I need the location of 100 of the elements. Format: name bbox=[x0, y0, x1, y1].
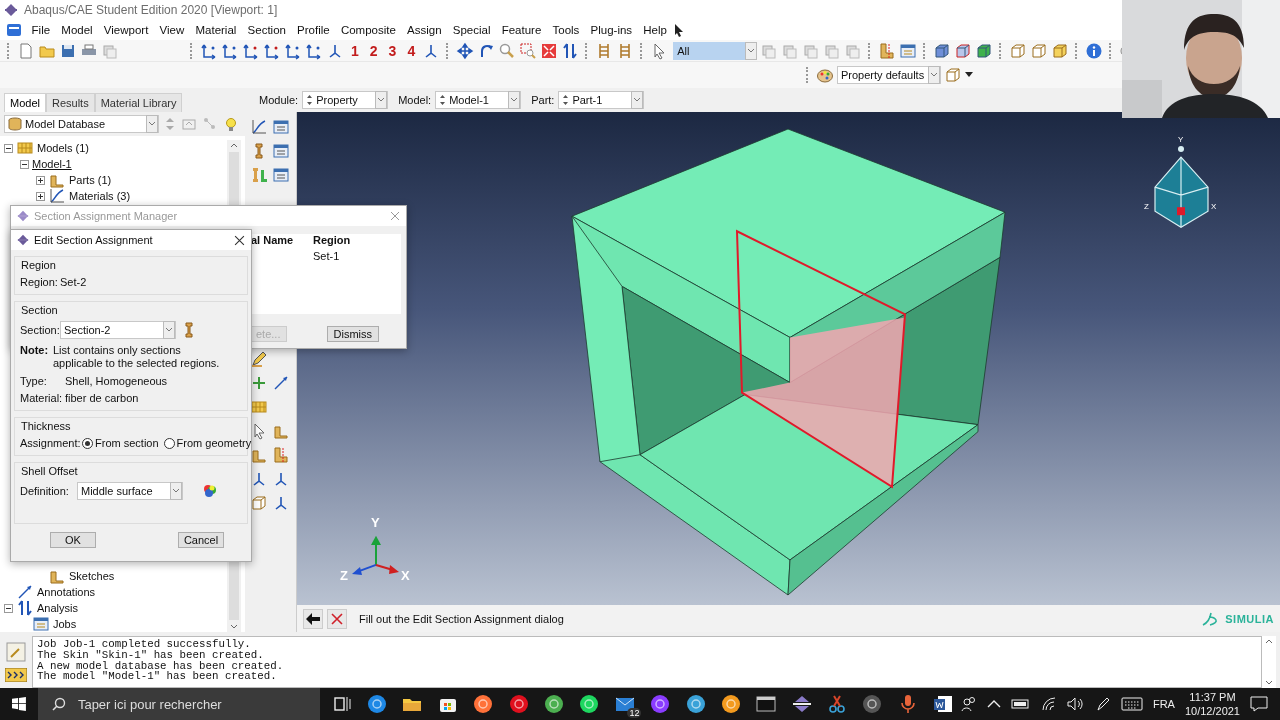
menu-item[interactable]: Special bbox=[447, 24, 497, 36]
notifications-icon[interactable] bbox=[1250, 696, 1268, 712]
view-number-button[interactable]: 2 bbox=[365, 42, 382, 59]
clock-date[interactable]: 10/12/2021 bbox=[1184, 704, 1240, 718]
part-icon[interactable] bbox=[878, 41, 897, 60]
menu-item[interactable]: Tools bbox=[546, 24, 585, 36]
battery-icon[interactable] bbox=[1010, 698, 1031, 710]
menu-item[interactable]: File bbox=[26, 24, 56, 36]
tree-item[interactable]: Model-1 bbox=[32, 158, 72, 170]
color-code-dropdown[interactable]: Property defaults bbox=[837, 66, 941, 84]
volume-icon[interactable] bbox=[1066, 697, 1085, 711]
expander-icon[interactable] bbox=[4, 603, 13, 613]
tree-item[interactable]: Materials (3) bbox=[69, 190, 131, 202]
caret-icon[interactable] bbox=[508, 91, 521, 109]
tab[interactable]: Results bbox=[45, 93, 95, 112]
menu-item[interactable]: View bbox=[153, 24, 190, 36]
menu-item[interactable]: Profile bbox=[291, 24, 336, 36]
view-number-button[interactable]: 3 bbox=[384, 42, 401, 59]
keyboard-icon[interactable] bbox=[1120, 697, 1143, 711]
caret-icon[interactable] bbox=[631, 91, 644, 109]
menu-item[interactable]: Composite bbox=[335, 24, 402, 36]
context-dropdown[interactable]: Model-1 bbox=[435, 91, 522, 109]
wireframe-cube-icon[interactable] bbox=[1009, 41, 1028, 60]
menu-item[interactable]: Model bbox=[55, 24, 99, 36]
definition-dropdown[interactable]: Middle surface bbox=[77, 482, 183, 500]
line-icon[interactable] bbox=[272, 374, 290, 392]
c-channel-part-drawing[interactable] bbox=[571, 128, 1006, 596]
caret-icon[interactable] bbox=[170, 482, 182, 500]
edit-icon[interactable] bbox=[250, 350, 268, 368]
document-app-icon[interactable] bbox=[932, 693, 955, 715]
expander-icon[interactable] bbox=[4, 143, 13, 153]
dialog-button[interactable]: Dismiss bbox=[326, 326, 379, 342]
view-number-button[interactable]: 1 bbox=[347, 42, 363, 59]
caret-icon[interactable] bbox=[163, 321, 175, 339]
menu-item[interactable]: Section bbox=[241, 24, 292, 36]
close-icon[interactable] bbox=[234, 234, 245, 246]
start-icon[interactable] bbox=[12, 696, 26, 712]
radio-option[interactable]: From section bbox=[82, 437, 159, 449]
people-icon[interactable] bbox=[960, 696, 977, 712]
mesh-cube-icon[interactable] bbox=[933, 41, 952, 60]
shaded-cube-icon[interactable] bbox=[1051, 41, 1070, 60]
tree-item[interactable]: Models (1) bbox=[37, 142, 89, 154]
caret-icon[interactable] bbox=[745, 41, 758, 60]
menu-item[interactable]: Assign bbox=[401, 24, 448, 36]
tab[interactable]: Model bbox=[4, 93, 46, 112]
view-cube-drawing[interactable] bbox=[1154, 146, 1209, 228]
expander-icon[interactable] bbox=[20, 159, 29, 169]
outline-cube-icon[interactable] bbox=[1030, 41, 1049, 60]
info-icon[interactable] bbox=[1085, 41, 1104, 60]
tree-item[interactable]: Analysis bbox=[37, 602, 78, 614]
wifi-icon[interactable] bbox=[1040, 697, 1057, 711]
box-zoom-icon[interactable] bbox=[519, 41, 538, 60]
arrow-icon[interactable] bbox=[16, 583, 34, 601]
menu-item[interactable]: Viewport bbox=[98, 24, 154, 36]
tree-item[interactable]: Sketches bbox=[69, 570, 115, 582]
lightbulb-icon[interactable] bbox=[223, 116, 239, 132]
spinner-icon[interactable] bbox=[562, 93, 570, 107]
context-dropdown[interactable]: Property bbox=[302, 91, 389, 109]
dropdown-arrow-icon[interactable] bbox=[965, 72, 973, 78]
panel-icon[interactable] bbox=[899, 41, 918, 60]
selection-filter-dropdown[interactable]: All bbox=[673, 41, 758, 60]
dashed-cube-icon[interactable] bbox=[954, 41, 973, 60]
chevron-up-icon[interactable] bbox=[986, 699, 1001, 709]
tree-item[interactable]: Jobs bbox=[53, 618, 77, 630]
menu-item[interactable]: Help bbox=[637, 24, 673, 36]
caret-icon[interactable] bbox=[146, 115, 158, 133]
spinner-icon[interactable] bbox=[306, 93, 314, 107]
menu-item[interactable]: Plug-ins bbox=[584, 24, 638, 36]
pen-icon[interactable] bbox=[1094, 696, 1111, 712]
terminal-icon[interactable] bbox=[755, 693, 778, 715]
database-dropdown[interactable]: Model Database bbox=[4, 115, 159, 133]
taskbar-search-box[interactable]: Taper ici pour rechercher bbox=[37, 688, 320, 720]
dialog-button[interactable]: Cancel bbox=[178, 532, 224, 548]
scrollbar[interactable] bbox=[1262, 636, 1276, 688]
plus-icon[interactable] bbox=[250, 374, 268, 392]
window-menu-icon[interactable] bbox=[6, 22, 22, 38]
fit-view-icon[interactable] bbox=[540, 41, 559, 60]
grid-icon[interactable] bbox=[250, 398, 268, 416]
caret-icon[interactable] bbox=[375, 91, 388, 109]
solid-cube-icon[interactable] bbox=[975, 41, 994, 60]
palette-icon[interactable] bbox=[816, 66, 834, 84]
context-dropdown[interactable]: Part-1 bbox=[558, 91, 645, 109]
view-number-button[interactable]: 4 bbox=[403, 42, 420, 59]
color-blobs-icon[interactable] bbox=[203, 484, 217, 498]
spinner-icon[interactable] bbox=[439, 93, 447, 107]
swap-arrows-icon[interactable] bbox=[561, 41, 580, 60]
expander-icon[interactable] bbox=[36, 191, 45, 201]
tree-item[interactable]: Annotations bbox=[37, 586, 96, 598]
language-indicator[interactable]: FRA bbox=[1152, 698, 1175, 710]
pan-icon[interactable] bbox=[456, 41, 475, 60]
caret-icon[interactable] bbox=[928, 66, 940, 84]
section-dropdown[interactable]: Section-2 bbox=[60, 321, 176, 339]
tab[interactable]: Material Library bbox=[94, 93, 183, 112]
dialog-button[interactable]: OK bbox=[50, 532, 96, 548]
tree-item[interactable]: Parts (1) bbox=[69, 174, 112, 186]
search-icon[interactable] bbox=[51, 697, 66, 711]
expander-icon[interactable] bbox=[36, 175, 45, 185]
curve-icon[interactable] bbox=[48, 187, 66, 205]
clock-time[interactable]: 11:37 PM bbox=[1189, 690, 1236, 704]
radio-option[interactable]: From geometry bbox=[163, 437, 252, 449]
